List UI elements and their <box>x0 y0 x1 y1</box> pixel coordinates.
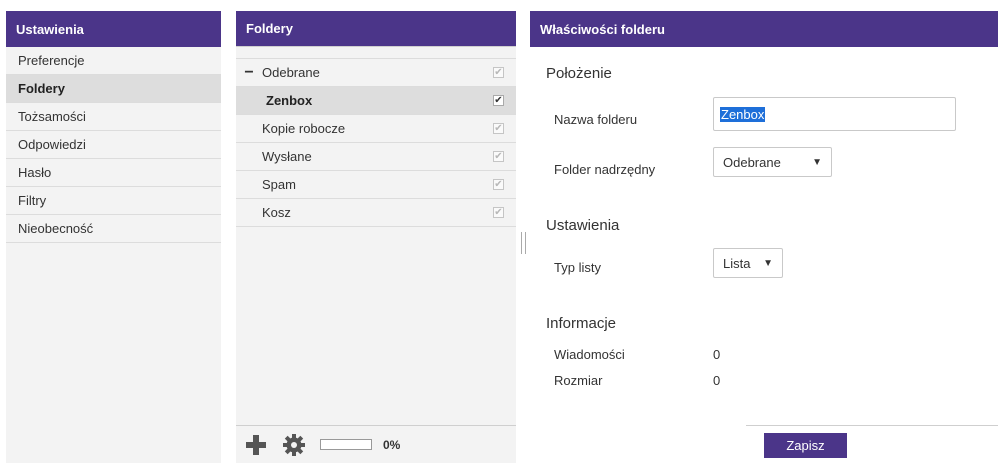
folder-name: Kopie robocze <box>262 121 346 136</box>
subscribe-checkbox[interactable]: ✔ <box>493 151 504 162</box>
quota-bar <box>320 439 372 450</box>
folder-row-spam[interactable]: Spam ✔ <box>236 171 516 199</box>
section-info: Informacje <box>546 315 617 332</box>
folder-name-input[interactable]: Zenbox <box>713 97 956 131</box>
folder-name-label: Nazwa folderu <box>554 112 638 127</box>
subscribe-checkbox[interactable]: ✔ <box>493 95 504 106</box>
panel-splitter-handle[interactable] <box>521 232 526 254</box>
settings-item-nieobecnosc[interactable]: Nieobecność <box>6 215 221 243</box>
folder-properties-panel: Właściwości folderu Położenie Nazwa fold… <box>530 11 998 463</box>
folder-row-kosz[interactable]: Kosz ✔ <box>236 199 516 227</box>
settings-panel: Ustawienia Preferencje Foldery Tożsamośc… <box>6 11 221 463</box>
subscribe-checkbox[interactable]: ✔ <box>493 67 504 78</box>
folders-header: Foldery <box>236 11 516 47</box>
folder-row-odebrane[interactable]: − Odebrane ✔ <box>236 59 516 87</box>
subscribe-checkbox[interactable]: ✔ <box>493 179 504 190</box>
section-location: Położenie <box>546 65 612 82</box>
subscribe-checkbox[interactable]: ✔ <box>493 123 504 134</box>
settings-header: Ustawienia <box>6 11 221 47</box>
settings-item-preferencje[interactable]: Preferencje <box>6 47 221 75</box>
plus-icon[interactable] <box>246 434 266 455</box>
folder-list: − Odebrane ✔ Zenbox ✔ Kopie robocze ✔ Wy… <box>236 58 516 227</box>
folder-row-wyslane[interactable]: Wysłane ✔ <box>236 143 516 171</box>
folder-name: Spam <box>262 177 296 192</box>
folder-name: Wysłane <box>262 149 312 164</box>
folder-name: Zenbox <box>266 93 313 108</box>
settings-item-tozsamosci[interactable]: Tożsamości <box>6 103 221 131</box>
folder-name: Kosz <box>262 205 291 220</box>
folders-toolbar: 0% <box>236 425 516 463</box>
parent-folder-value: Odebrane <box>723 154 781 170</box>
collapse-icon[interactable]: − <box>236 64 262 82</box>
size-label: Rozmiar <box>554 373 603 388</box>
folder-name: Odebrane <box>262 65 320 80</box>
settings-item-foldery[interactable]: Foldery <box>6 75 221 103</box>
chevron-down-icon: ▼ <box>763 257 773 269</box>
properties-header: Właściwości folderu <box>530 11 998 47</box>
settings-item-haslo[interactable]: Hasło <box>6 159 221 187</box>
parent-folder-select[interactable]: Odebrane ▼ <box>713 147 832 177</box>
list-type-select[interactable]: Lista ▼ <box>713 248 783 278</box>
settings-item-odpowiedzi[interactable]: Odpowiedzi <box>6 131 221 159</box>
save-button[interactable]: Zapisz <box>764 433 847 458</box>
folder-row-zenbox[interactable]: Zenbox ✔ <box>236 87 516 115</box>
messages-value: 0 <box>713 347 721 362</box>
section-settings: Ustawienia <box>546 217 620 234</box>
list-type-value: Lista <box>723 255 751 271</box>
settings-item-filtry[interactable]: Filtry <box>6 187 221 215</box>
quota-text: 0% <box>383 437 401 452</box>
subscribe-checkbox[interactable]: ✔ <box>493 207 504 218</box>
folder-row-kopie-robocze[interactable]: Kopie robocze ✔ <box>236 115 516 143</box>
save-bar: Zapisz <box>746 425 998 463</box>
chevron-down-icon: ▼ <box>812 156 822 168</box>
folder-name-value: Zenbox <box>720 106 766 122</box>
settings-menu: Preferencje Foldery Tożsamości Odpowiedz… <box>6 47 221 243</box>
size-value: 0 <box>713 373 721 388</box>
list-type-label: Typ listy <box>554 260 601 275</box>
parent-folder-label: Folder nadrzędny <box>554 162 656 177</box>
folders-panel: Foldery − Odebrane ✔ Zenbox ✔ Kopie robo… <box>236 11 516 463</box>
gear-icon[interactable] <box>283 433 305 456</box>
messages-label: Wiadomości <box>554 347 625 362</box>
